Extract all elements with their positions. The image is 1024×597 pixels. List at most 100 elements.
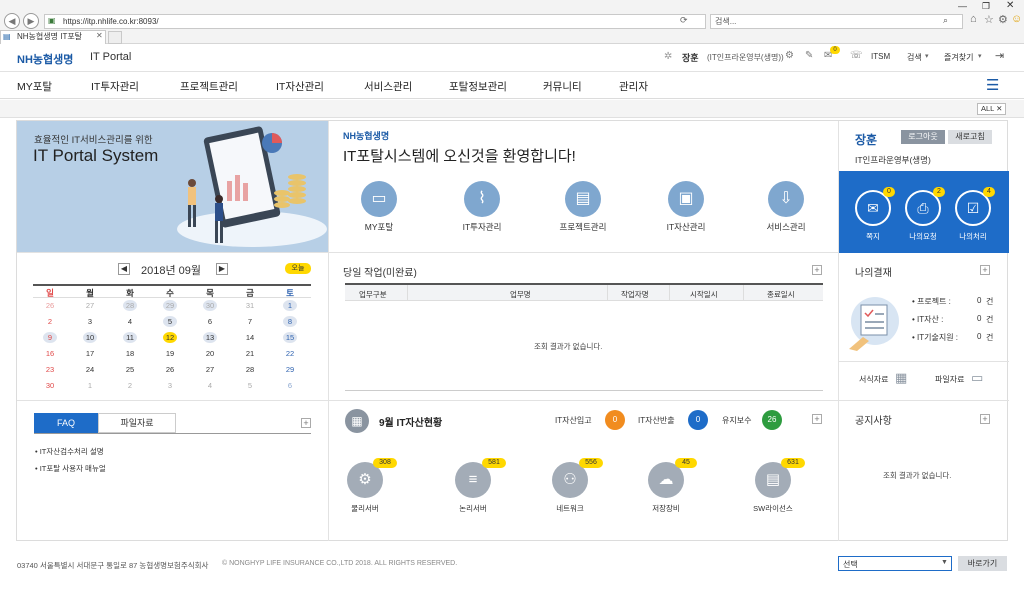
calendar-day[interactable]: 6 <box>203 316 217 327</box>
browser-search-input[interactable]: 검색... <box>710 14 963 29</box>
document-icon[interactable]: ▤ <box>565 181 601 217</box>
monitor-icon[interactable]: ▭ <box>361 181 397 217</box>
go-button[interactable]: 바로가기 <box>958 556 1007 571</box>
calendar-day[interactable]: 5 <box>163 316 177 327</box>
star-icon[interactable]: ☆ <box>984 13 994 26</box>
tab-files[interactable]: 파일자료 <box>98 413 176 433</box>
prev-month-button[interactable]: ◀ <box>118 263 130 275</box>
calendar-day[interactable]: 13 <box>203 332 217 343</box>
quick-link-it-asset[interactable]: IT자산관리 <box>646 221 726 233</box>
calendar-day[interactable]: 10 <box>83 332 97 343</box>
calendar-day[interactable]: 26 <box>43 300 57 311</box>
my-process-label[interactable]: 나의처리 <box>949 231 997 242</box>
quick-link-my-portal[interactable]: MY포탈 <box>339 221 419 233</box>
docs-link[interactable]: 서식자료 <box>859 374 888 385</box>
nav-portal-info[interactable]: 포탈정보관리 <box>449 79 507 94</box>
quick-link-service[interactable]: 서비스관리 <box>746 221 826 233</box>
calendar-day[interactable]: 21 <box>243 348 257 359</box>
nav-project[interactable]: 프로젝트관리 <box>180 79 238 94</box>
next-month-button[interactable]: ▶ <box>216 263 228 275</box>
faq-item[interactable]: • IT자산검수처리 설명 <box>35 446 104 457</box>
favorites-link[interactable]: 즐겨찾기 <box>944 52 973 63</box>
calendar-day[interactable]: 23 <box>43 364 57 375</box>
search-icon[interactable]: ⌕ <box>943 15 948 26</box>
calendar-day[interactable]: 11 <box>123 332 137 343</box>
chart-icon[interactable]: ⌇ <box>464 181 500 217</box>
today-button[interactable]: 오늘 <box>285 263 311 274</box>
nav-community[interactable]: 커뮤니티 <box>543 79 582 94</box>
calendar-day[interactable]: 1 <box>83 380 97 391</box>
calendar-day[interactable]: 19 <box>163 348 177 359</box>
approval-project-value[interactable]: 0 <box>977 296 981 305</box>
calendar-day[interactable]: 24 <box>83 364 97 375</box>
calendar-day[interactable]: 9 <box>43 332 57 343</box>
approval-tech-value[interactable]: 0 <box>977 332 981 341</box>
refresh-button[interactable]: 새로고침 <box>948 130 992 144</box>
nav-admin[interactable]: 관리자 <box>619 79 648 94</box>
folder-icon[interactable]: ▣ <box>668 181 704 217</box>
calendar-day[interactable]: 14 <box>243 332 257 343</box>
quick-link-it-invest[interactable]: IT투자관리 <box>442 221 522 233</box>
calendar-day[interactable]: 22 <box>283 348 297 359</box>
files-link[interactable]: 파일자료 <box>935 374 964 385</box>
calendar-day[interactable]: 26 <box>163 364 177 375</box>
note-label[interactable]: 쪽지 <box>849 231 897 242</box>
nav-it-asset[interactable]: IT자산관리 <box>276 79 324 94</box>
network-label[interactable]: 네트워크 <box>535 503 605 514</box>
docs-icon[interactable]: ▦ <box>895 370 907 386</box>
home-icon[interactable]: ⌂ <box>970 13 977 25</box>
calendar-day[interactable]: 4 <box>123 316 137 327</box>
faq-more-button[interactable]: + <box>301 418 311 428</box>
hamburger-menu-icon[interactable]: ☰ <box>986 76 999 94</box>
calendar-day[interactable]: 17 <box>83 348 97 359</box>
tab-close-icon[interactable]: ✕ <box>96 31 103 40</box>
quick-link-project[interactable]: 프로젝트관리 <box>543 221 623 233</box>
calendar-day[interactable]: 20 <box>203 348 217 359</box>
approval-more-button[interactable]: + <box>980 265 990 275</box>
calendar-day[interactable]: 2 <box>123 380 137 391</box>
calendar-day[interactable]: 15 <box>283 332 297 343</box>
minimize-icon[interactable]: — <box>958 1 967 11</box>
calendar-day[interactable]: 4 <box>203 380 217 391</box>
back-icon[interactable]: ◀ <box>4 13 20 29</box>
nav-service[interactable]: 서비스관리 <box>364 79 412 94</box>
faq-item[interactable]: • IT포탈 사용자 매뉴얼 <box>35 463 106 474</box>
calendar-day[interactable]: 29 <box>283 364 297 375</box>
calendar-day[interactable]: 16 <box>43 348 57 359</box>
calendar-day[interactable]: 27 <box>203 364 217 375</box>
all-button[interactable]: ALL ✕ <box>977 103 1007 115</box>
calendar-day[interactable]: 28 <box>123 300 137 311</box>
calendar-day[interactable]: 30 <box>43 380 57 391</box>
logout-button[interactable]: 로그아웃 <box>901 130 945 144</box>
calendar-day[interactable]: 12 <box>163 332 177 343</box>
calendar-day[interactable]: 6 <box>283 380 297 391</box>
nav-my-portal[interactable]: MY포탈 <box>17 79 52 94</box>
nh-logo[interactable]: NH농협생명 <box>17 51 73 67</box>
chat-icon[interactable]: ☏ <box>850 50 863 61</box>
calendar-day[interactable]: 5 <box>243 380 257 391</box>
assets-more-button[interactable]: + <box>812 414 822 424</box>
physical-server-label[interactable]: 물리서버 <box>330 503 400 514</box>
browser-tab[interactable]: NH농협생명 IT포탈 <box>0 30 106 44</box>
close-icon[interactable]: ✕ <box>1006 0 1014 11</box>
sw-license-label[interactable]: SW라이선스 <box>738 503 808 514</box>
maximize-icon[interactable]: ❐ <box>982 1 990 12</box>
gear-icon[interactable]: ⚙ <box>998 13 1008 26</box>
address-bar[interactable]: https://itp.nhlife.co.kr:8093/ <box>44 14 706 29</box>
asset-in-count[interactable]: 0 <box>605 410 625 430</box>
calendar-day[interactable]: 28 <box>243 364 257 375</box>
my-request-label[interactable]: 나의요청 <box>899 231 947 242</box>
notice-more-button[interactable]: + <box>980 414 990 424</box>
calendar-day[interactable]: 2 <box>43 316 57 327</box>
calendar-day[interactable]: 8 <box>283 316 297 327</box>
settings-icon[interactable]: ⚙ <box>785 50 794 61</box>
asset-out-count[interactable]: 0 <box>688 410 708 430</box>
nav-it-invest[interactable]: IT투자관리 <box>91 79 139 94</box>
tasks-more-button[interactable]: + <box>812 265 822 275</box>
tab-faq[interactable]: FAQ <box>34 413 98 433</box>
approval-asset-value[interactable]: 0 <box>977 314 981 323</box>
calendar-day[interactable]: 3 <box>83 316 97 327</box>
forward-icon[interactable]: ▶ <box>23 13 39 29</box>
calendar-day[interactable]: 7 <box>243 316 257 327</box>
calendar-day[interactable]: 3 <box>163 380 177 391</box>
